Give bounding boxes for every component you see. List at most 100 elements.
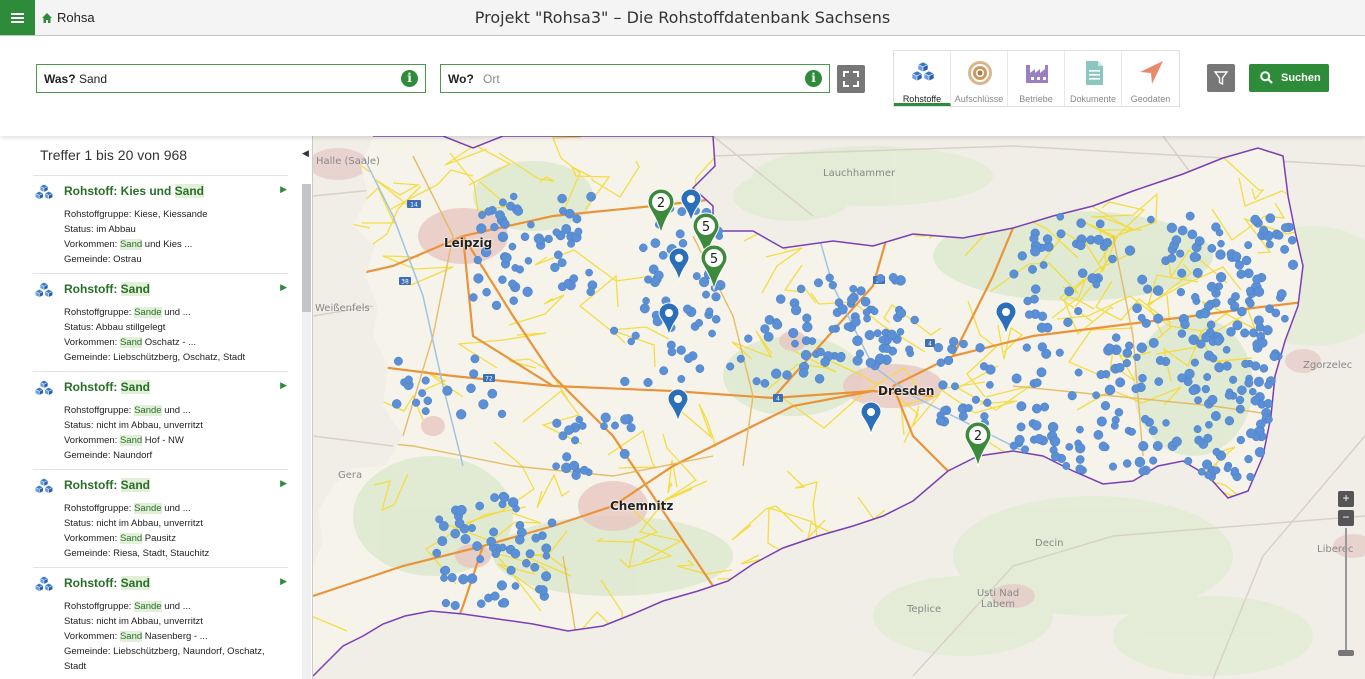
area-select-button[interactable]: [837, 65, 865, 93]
deposit-marker: [788, 327, 799, 339]
result-title[interactable]: Rohstoff: Sand: [64, 576, 150, 590]
result-title[interactable]: Rohstoff: Sand: [64, 478, 150, 492]
deposit-marker: [1138, 441, 1149, 452]
deposit-marker: [1031, 420, 1042, 431]
map-canvas[interactable]: 14 38 72 4 4 13 2552: [313, 136, 1365, 679]
deposit-marker: [498, 198, 507, 207]
deposit-marker: [708, 329, 716, 338]
deposit-marker: [910, 315, 919, 325]
map-view[interactable]: 14 38 72 4 4 13 2552 Halle (Saale) Lauch…: [313, 136, 1365, 679]
zoom-slider-handle[interactable]: [1338, 650, 1354, 656]
results-panel: Treffer 1 bis 20 von 968 ◀ Rohstoff: Kie…: [0, 136, 313, 679]
tab-dokumente[interactable]: Dokumente: [1065, 51, 1122, 106]
deposit-marker: [611, 421, 619, 430]
info-icon[interactable]: i: [401, 70, 418, 87]
result-item[interactable]: Rohstoff: Sand ▶ Rohstoffgruppe: Sande und…: [33, 371, 288, 469]
deposit-marker: [1287, 236, 1297, 245]
tab-geodaten[interactable]: Geodaten: [1122, 51, 1179, 106]
deposit-marker: [1246, 428, 1256, 439]
deposit-marker: [1224, 416, 1235, 426]
deposit-marker: [870, 307, 879, 316]
expand-arrow-icon[interactable]: ▶: [280, 184, 287, 195]
deposit-marker: [1212, 466, 1221, 474]
deposit-marker: [458, 574, 469, 585]
deposit-marker: [760, 324, 770, 334]
zoom-slider-track[interactable]: [1345, 528, 1347, 651]
deposit-marker: [1259, 225, 1269, 235]
cluster-count: 5: [710, 252, 718, 267]
result-title[interactable]: Rohstoff: Kies und Sand: [64, 184, 204, 198]
deposit-marker: [1213, 336, 1223, 346]
expand-arrow-icon[interactable]: ▶: [280, 576, 287, 587]
expand-arrow-icon[interactable]: ▶: [280, 478, 287, 489]
deposit-marker: [667, 347, 677, 357]
deposit-marker: [491, 300, 502, 311]
hamburger-menu-button[interactable]: [0, 0, 35, 35]
deposit-marker: [772, 319, 783, 330]
deposit-marker: [1176, 287, 1186, 297]
result-municipality: Gemeinde: Liebschützberg, Oschatz, Stadt: [64, 352, 246, 363]
cubes-icon: [911, 61, 935, 82]
result-item[interactable]: Rohstoff: Sand ▶ Rohstoffgruppe: Sande und…: [33, 567, 288, 672]
deposit-marker: [1202, 459, 1213, 470]
what-search-field[interactable]: Was? Sand i: [36, 64, 426, 93]
zoom-in-button[interactable]: +: [1338, 491, 1354, 507]
zoom-out-button[interactable]: −: [1338, 510, 1354, 526]
info-icon[interactable]: i: [805, 70, 822, 87]
tab-betriebe[interactable]: Betriebe: [1008, 51, 1065, 106]
place-label-leipzig: Leipzig: [444, 236, 493, 250]
deposit-marker: [472, 541, 482, 551]
deposit-marker: [486, 536, 496, 547]
deposit-marker: [1153, 313, 1164, 324]
deposit-marker: [864, 330, 875, 341]
deposit-marker: [675, 229, 685, 239]
result-item[interactable]: Rohstoff: Sand ▶ Rohstoffgruppe: Sande und…: [33, 469, 288, 567]
deposit-marker: [557, 193, 567, 204]
result-title[interactable]: Rohstoff: Sand: [64, 282, 150, 296]
home-link[interactable]: Rohsa: [42, 10, 95, 25]
tab-label: Betriebe: [1019, 94, 1053, 104]
deposit-marker: [705, 307, 714, 316]
deposit-marker: [1180, 319, 1190, 330]
cluster-count: 2: [974, 429, 982, 444]
deposit-marker: [541, 543, 552, 554]
deposit-marker: [876, 274, 885, 283]
deposit-marker: [971, 395, 980, 404]
where-input-placeholder[interactable]: Ort: [483, 72, 500, 86]
deposit-marker: [1016, 422, 1026, 432]
deposit-marker: [627, 337, 635, 346]
result-item[interactable]: Rohstoff: Kies und Sand ▶ Rohstoffgruppe: …: [33, 175, 288, 273]
scrollbar-thumb[interactable]: [302, 184, 311, 312]
deposit-marker: [1237, 385, 1247, 395]
deposit-marker: [412, 398, 421, 407]
search-submit-button[interactable]: Suchen: [1249, 64, 1329, 92]
deposit-marker: [501, 252, 512, 263]
deposit-marker: [802, 321, 813, 333]
deposit-marker: [626, 423, 636, 433]
tab-rohstoffe[interactable]: Rohstoffe: [894, 51, 951, 106]
deposit-marker: [497, 409, 507, 419]
deposit-marker: [511, 582, 520, 590]
navigation-arrow-icon: [1140, 61, 1163, 84]
tab-aufschluesse[interactable]: Aufschlüsse: [951, 51, 1008, 106]
place-label-lauchhammer: Lauchhammer: [823, 168, 896, 179]
deposit-marker: [525, 549, 535, 559]
deposit-marker: [1034, 433, 1045, 444]
result-item[interactable]: Rohstoff: Sand ▶ Rohstoffgruppe: Sande und…: [33, 273, 288, 371]
collapse-panel-icon[interactable]: ◀: [302, 148, 309, 159]
where-search-field[interactable]: Wo? Ort i: [440, 64, 830, 93]
deposit-marker: [1231, 251, 1242, 262]
deposit-marker: [466, 383, 476, 394]
highway-shield: 38: [399, 277, 411, 286]
deposit-marker: [692, 272, 701, 281]
expand-arrow-icon[interactable]: ▶: [280, 282, 287, 293]
deposit-marker: [1281, 314, 1289, 323]
expand-arrow-icon[interactable]: ▶: [280, 380, 287, 391]
result-title[interactable]: Rohstoff: Sand: [64, 380, 150, 394]
deposit-marker: [619, 448, 630, 459]
deposit-marker: [935, 416, 945, 426]
deposit-marker: [1190, 358, 1199, 367]
deposit-marker: [814, 278, 823, 288]
what-input-value[interactable]: Sand: [79, 72, 107, 86]
filter-button[interactable]: [1207, 64, 1235, 92]
